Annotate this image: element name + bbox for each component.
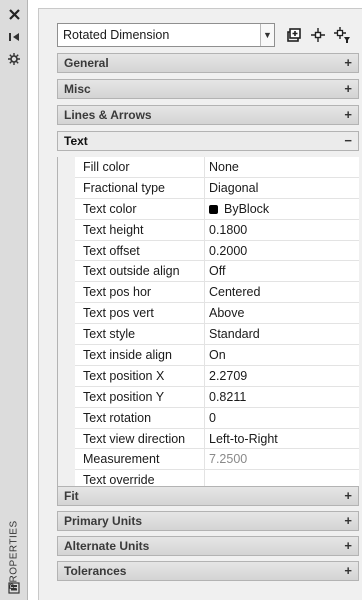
object-type-value: Rotated Dimension [63, 28, 170, 42]
property-value[interactable]: Diagonal [209, 178, 258, 198]
section-label: Lines & Arrows [64, 108, 152, 122]
property-name: Text rotation [75, 407, 205, 428]
close-icon[interactable] [5, 6, 23, 22]
property-name: Text inside align [75, 345, 205, 365]
section-general[interactable]: General + [57, 53, 359, 73]
color-swatch [209, 204, 218, 214]
collapse-icon[interactable]: − [344, 133, 352, 148]
section-label: Alternate Units [64, 539, 150, 553]
settings-icon[interactable] [5, 51, 23, 67]
toggle-pickadd-icon[interactable] [285, 25, 303, 45]
property-row-text-rotation[interactable]: Text rotation 0 [75, 407, 359, 429]
property-name: Measurement [75, 449, 205, 470]
property-name: Text offset [75, 240, 205, 261]
property-value[interactable]: 2.2709 [209, 366, 247, 386]
property-name: Text height [75, 219, 205, 240]
selection-toolbar: Rotated Dimension ▼ [57, 23, 357, 49]
property-value[interactable]: On [209, 345, 226, 365]
section-label: General [64, 56, 109, 70]
object-type-dropdown[interactable]: Rotated Dimension ▼ [57, 23, 275, 47]
property-name: Text position Y [75, 386, 205, 407]
properties-panel: Rotated Dimension ▼ General + Misc + Lin… [38, 8, 362, 600]
property-name: Text view direction [75, 428, 205, 449]
section-label: Text [64, 134, 88, 148]
properties-panel-icon[interactable] [5, 580, 23, 596]
property-name: Text position X [75, 365, 205, 386]
property-row-fractional-type[interactable]: Fractional type Diagonal [75, 177, 359, 199]
section-alternate-units[interactable]: Alternate Units + [57, 536, 359, 556]
expand-icon[interactable]: + [344, 107, 352, 122]
color-value-text: ByBlock [224, 201, 270, 216]
section-indent [57, 157, 75, 491]
property-value[interactable]: None [209, 157, 239, 177]
expand-icon[interactable]: + [344, 513, 352, 528]
property-name: Text outside align [75, 261, 205, 282]
expand-icon[interactable]: + [344, 55, 352, 70]
property-value[interactable]: 0.8211 [209, 387, 246, 407]
palette-title: PROPERTIES [4, 520, 24, 589]
property-name: Text color [75, 198, 205, 219]
property-row-text-height[interactable]: Text height 0.1800 [75, 219, 359, 241]
select-objects-icon[interactable] [309, 25, 327, 45]
property-name: Text pos vert [75, 303, 205, 324]
property-row-text-position-x[interactable]: Text position X 2.2709 [75, 365, 359, 387]
property-row-text-view-direction[interactable]: Text view direction Left-to-Right [75, 428, 359, 450]
property-row-text-offset[interactable]: Text offset 0.2000 [75, 240, 359, 262]
section-label: Misc [64, 82, 91, 96]
section-label: Fit [64, 489, 79, 503]
property-row-text-position-y[interactable]: Text position Y 0.8211 [75, 386, 359, 408]
section-lines-arrows[interactable]: Lines & Arrows + [57, 105, 359, 125]
property-value[interactable]: Left-to-Right [209, 429, 278, 449]
property-name: Text style [75, 324, 205, 345]
property-value[interactable]: 0.1800 [209, 220, 247, 240]
auto-hide-icon[interactable] [5, 29, 23, 45]
section-text[interactable]: Text − [57, 131, 359, 151]
property-value[interactable]: 0 [209, 408, 216, 428]
text-properties-grid: Fill color None Fractional type Diagonal… [75, 157, 359, 492]
palette-title-bar: PROPERTIES [0, 0, 28, 600]
property-value[interactable]: Centered [209, 282, 260, 302]
property-value[interactable]: ByBlock [209, 199, 269, 219]
section-misc[interactable]: Misc + [57, 79, 359, 99]
section-label: Tolerances [64, 564, 127, 578]
property-row-text-style[interactable]: Text style Standard [75, 324, 359, 346]
section-fit[interactable]: Fit + [57, 486, 359, 506]
property-name: Fractional type [75, 177, 205, 198]
property-row-measurement: Measurement 7.2500 [75, 449, 359, 471]
quick-select-icon[interactable] [333, 25, 351, 45]
property-value[interactable]: Above [209, 303, 244, 323]
chevron-down-icon[interactable]: ▼ [260, 24, 274, 46]
section-tolerances[interactable]: Tolerances + [57, 561, 359, 581]
property-row-text-outside-align[interactable]: Text outside align Off [75, 261, 359, 283]
property-row-fill-color[interactable]: Fill color None [75, 157, 359, 178]
property-row-text-inside-align[interactable]: Text inside align On [75, 345, 359, 366]
property-name: Text pos hor [75, 282, 205, 303]
property-value[interactable]: Off [209, 261, 225, 281]
expand-icon[interactable]: + [344, 538, 352, 553]
expand-icon[interactable]: + [344, 563, 352, 578]
property-row-text-color[interactable]: Text color ByBlock [75, 198, 359, 220]
property-row-text-pos-hor[interactable]: Text pos hor Centered [75, 282, 359, 304]
property-value[interactable]: Standard [209, 324, 260, 344]
section-primary-units[interactable]: Primary Units + [57, 511, 359, 531]
expand-icon[interactable]: + [344, 488, 352, 503]
section-label: Primary Units [64, 514, 143, 528]
property-value-readonly: 7.2500 [209, 452, 248, 467]
property-name: Fill color [75, 157, 205, 177]
expand-icon[interactable]: + [344, 81, 352, 96]
property-value[interactable]: 0.2000 [209, 241, 247, 261]
property-row-text-pos-vert[interactable]: Text pos vert Above [75, 303, 359, 325]
